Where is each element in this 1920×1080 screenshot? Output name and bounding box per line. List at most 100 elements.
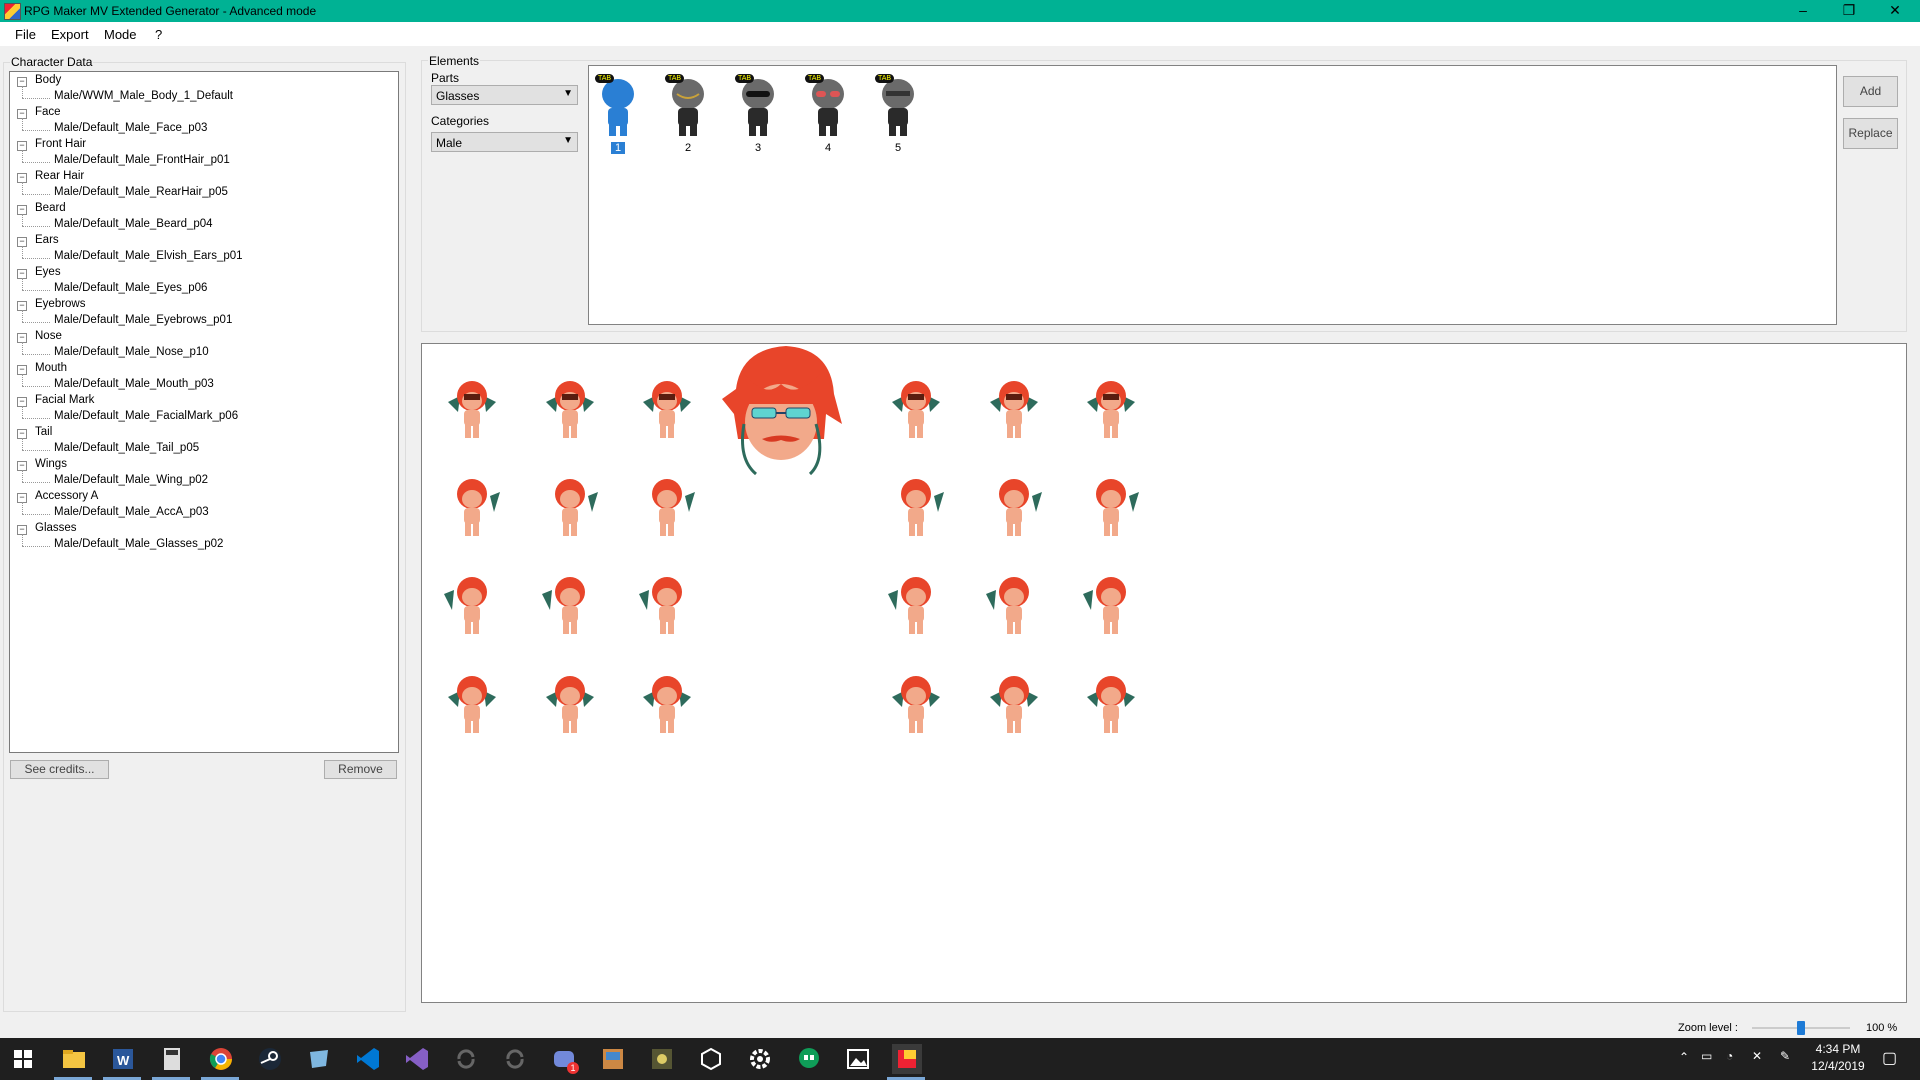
tree-node-label[interactable]: Ears	[35, 234, 59, 246]
tree-leaf-label[interactable]: Male/WWM_Male_Body_1_Default	[54, 90, 233, 102]
parts-thumbnail-list[interactable]: TAB 1 TAB 2 TAB 3 TAB 4 TAB 5	[588, 65, 1837, 325]
tree-leaf-label[interactable]: Male/Default_Male_Tail_p05	[54, 442, 199, 454]
tree-node-label[interactable]: Beard	[35, 202, 66, 214]
file-explorer-icon[interactable]	[59, 1044, 89, 1074]
tree-connector	[22, 354, 50, 355]
tree-leaf-label[interactable]: Male/Default_Male_RearHair_p05	[54, 186, 228, 198]
tree-leaf-label[interactable]: Male/Default_Male_Eyes_p06	[54, 282, 207, 294]
tree-connector	[22, 310, 23, 322]
tree-node-label[interactable]: Rear Hair	[35, 170, 84, 182]
tree-leaf-label[interactable]: Male/Default_Male_Mouth_p03	[54, 378, 214, 390]
rpg-maker-icon[interactable]	[647, 1044, 677, 1074]
tree-leaf-label[interactable]: Male/Default_Male_Elvish_Ears_p01	[54, 250, 243, 262]
tray-pen-icon[interactable]: ✎	[1780, 1049, 1790, 1063]
photos-icon[interactable]	[843, 1044, 873, 1074]
character-tree[interactable]: − Body Male/WWM_Male_Body_1_Default − Face Ma…	[9, 71, 399, 753]
tree-node-label[interactable]: Glasses	[35, 522, 77, 534]
tree-connector	[22, 214, 23, 226]
tree-leaf-label[interactable]: Male/Default_Male_Nose_p10	[54, 346, 209, 358]
tree-node-label[interactable]: Eyes	[35, 266, 61, 278]
part-thumbnail[interactable]: TAB 3	[733, 72, 783, 158]
tree-node-label[interactable]: Face	[35, 106, 61, 118]
character-sprite	[442, 570, 502, 640]
part-number: 3	[754, 142, 762, 154]
tree-connector	[22, 546, 50, 547]
status-bar: Zoom level : 100 %	[0, 1018, 1920, 1038]
parts-select[interactable]: Glasses ▼	[431, 85, 578, 105]
discord-icon[interactable]: 1	[549, 1044, 579, 1074]
tree-leaf-label[interactable]: Male/Default_Male_AccA_p03	[54, 506, 209, 518]
title-bar[interactable]: RPG Maker MV Extended Generator - Advanc…	[0, 0, 1920, 22]
taskbar: W 1 ⌃ ▭ ◔ ✕ ✎ 4:34 PM 12/4/2019 ▢	[0, 1038, 1920, 1080]
menu-file[interactable]: File	[15, 27, 36, 42]
minimize-button[interactable]: –	[1780, 0, 1826, 22]
categories-select[interactable]: Male ▼	[431, 132, 578, 152]
vscode-icon[interactable]	[353, 1044, 383, 1074]
tree-leaf-label[interactable]: Male/Default_Male_Glasses_p02	[54, 538, 223, 550]
unity-icon[interactable]	[696, 1044, 726, 1074]
zoom-slider-thumb[interactable]	[1797, 1021, 1805, 1035]
game-app-icon[interactable]	[598, 1044, 628, 1074]
tray-chevron-up-icon[interactable]: ⌃	[1679, 1050, 1689, 1064]
rpg-generator-taskbar-icon[interactable]	[892, 1044, 922, 1074]
remove-button[interactable]: Remove	[324, 760, 397, 779]
part-thumbnail[interactable]: TAB 1	[593, 72, 643, 158]
tab-badge: TAB	[805, 74, 824, 83]
tree-connector	[22, 514, 50, 515]
tree-leaf-label[interactable]: Male/Default_Male_Beard_p04	[54, 218, 213, 230]
categories-label: Categories	[431, 114, 490, 128]
part-thumbnail[interactable]: TAB 4	[803, 72, 853, 158]
tray-wifi-icon[interactable]: ◔	[1726, 1049, 1733, 1063]
tray-battery-icon[interactable]: ▭	[1701, 1049, 1712, 1063]
tree-node-label[interactable]: Tail	[35, 426, 52, 438]
see-credits-button[interactable]: See credits...	[10, 760, 109, 779]
app-icon-blue[interactable]	[304, 1044, 334, 1074]
tree-node-label[interactable]: Front Hair	[35, 138, 86, 150]
sync-icon-2[interactable]	[500, 1044, 530, 1074]
tree-node-label[interactable]: Wings	[35, 458, 67, 470]
character-sprite	[637, 669, 697, 739]
tree-leaf-label[interactable]: Male/Default_Male_Face_p03	[54, 122, 207, 134]
part-thumbnail[interactable]: TAB 5	[873, 72, 923, 158]
tray-time[interactable]: 4:34 PM	[1808, 1042, 1868, 1056]
tree-connector	[22, 150, 23, 162]
menu-export[interactable]: Export	[51, 27, 89, 42]
calculator-icon[interactable]	[157, 1044, 187, 1074]
menu-help[interactable]: ?	[155, 27, 162, 42]
settings-gear-icon[interactable]	[745, 1044, 775, 1074]
character-data-legend: Character Data	[10, 55, 94, 69]
tree-connector	[22, 438, 23, 450]
steam-icon[interactable]	[255, 1044, 285, 1074]
add-button[interactable]: Add	[1843, 76, 1898, 107]
sync-icon[interactable]	[451, 1044, 481, 1074]
part-thumbnail[interactable]: TAB 2	[663, 72, 713, 158]
tree-node-label[interactable]: Body	[35, 74, 61, 86]
restore-button[interactable]: ❐	[1826, 0, 1872, 22]
tree-node-label[interactable]: Accessory A	[35, 490, 98, 502]
replace-button[interactable]: Replace	[1843, 118, 1898, 149]
tray-volume-muted-icon[interactable]: ✕	[1752, 1049, 1762, 1063]
glasses-left-lens	[751, 407, 777, 419]
notifications-icon[interactable]: ▢	[1882, 1048, 1897, 1068]
tree-leaf-label[interactable]: Male/Default_Male_FacialMark_p06	[54, 410, 238, 422]
tree-connector	[22, 450, 50, 451]
chrome-icon[interactable]	[206, 1044, 236, 1074]
visual-studio-icon[interactable]	[402, 1044, 432, 1074]
tree-connector	[22, 290, 50, 291]
close-button[interactable]: ✕	[1872, 0, 1918, 22]
tree-leaf-label[interactable]: Male/Default_Male_Eyebrows_p01	[54, 314, 232, 326]
tree-node-label[interactable]: Nose	[35, 330, 62, 342]
part-number: 2	[684, 142, 692, 154]
tree-leaf-label[interactable]: Male/Default_Male_Wing_p02	[54, 474, 208, 486]
windows-start-icon[interactable]	[8, 1044, 38, 1074]
tree-node-label[interactable]: Eyebrows	[35, 298, 86, 310]
tree-connector	[22, 502, 23, 514]
tree-node-label[interactable]: Facial Mark	[35, 394, 94, 406]
word-icon[interactable]: W	[108, 1044, 138, 1074]
tree-node-label[interactable]: Mouth	[35, 362, 67, 374]
tree-leaf-label[interactable]: Male/Default_Male_FrontHair_p01	[54, 154, 230, 166]
hangouts-icon[interactable]	[794, 1044, 824, 1074]
menu-mode[interactable]: Mode	[104, 27, 137, 42]
character-sprite	[886, 669, 946, 739]
tray-date[interactable]: 12/4/2019	[1808, 1059, 1868, 1073]
